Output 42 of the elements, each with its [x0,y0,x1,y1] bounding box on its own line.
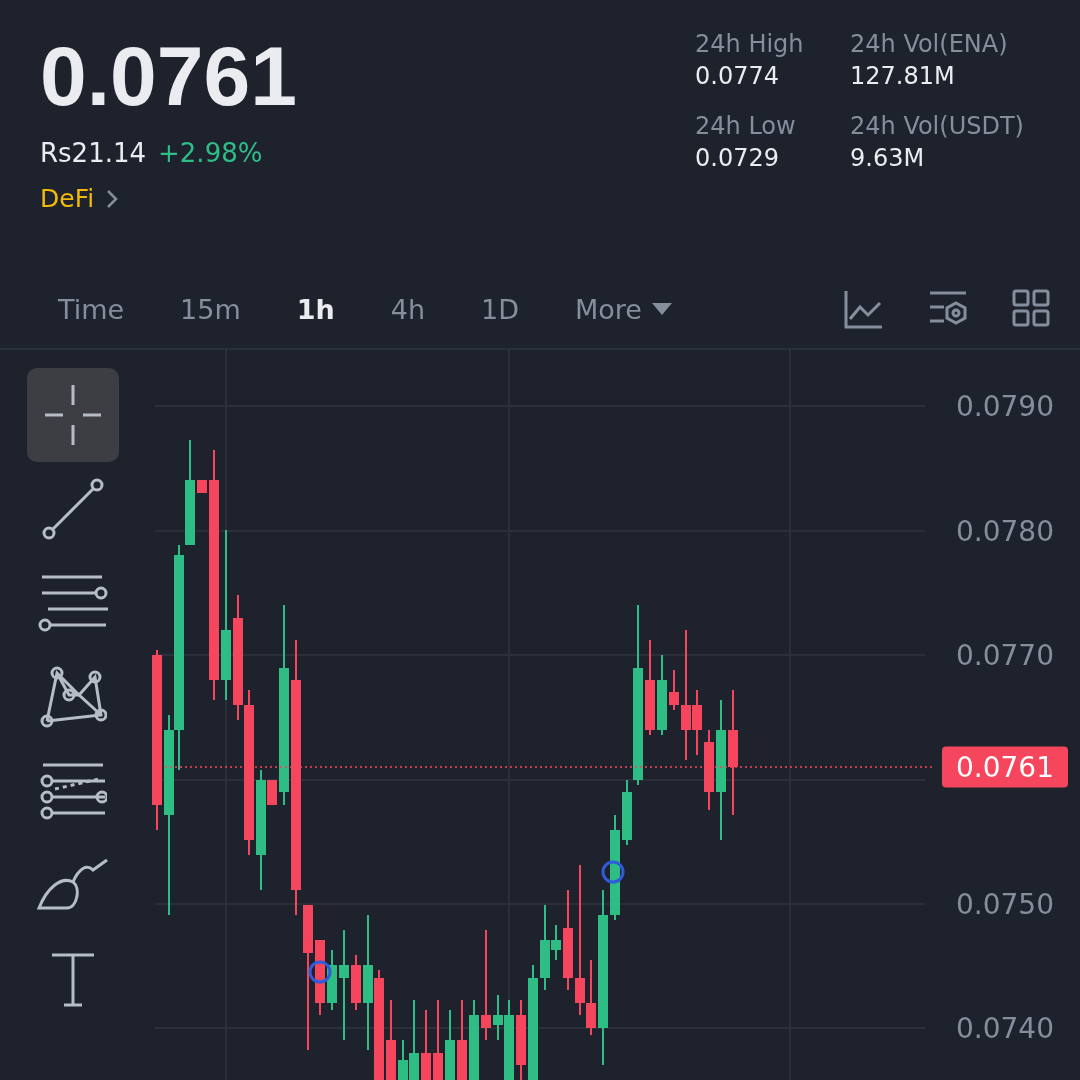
candlestick [351,954,361,1011]
stat-value: 9.63M [850,144,926,172]
candlestick [421,1009,431,1080]
signal-marker [308,960,332,984]
price-axis-label: 0.0740 [956,1011,1054,1045]
price-axis-label: 0.0790 [956,389,1054,423]
interval-tab[interactable]: More [547,293,700,325]
pattern-icon [38,665,107,729]
candlestick [445,1009,455,1080]
price-axis-label: 0.0780 [956,514,1054,548]
last-price: 0.0761 [40,30,297,123]
stat-label: 24h Vol(USDT) [850,112,1025,140]
fiat-price: Rs21.14 [40,138,147,169]
caret-icon [651,303,672,315]
stat-value: 0.0774 [695,62,780,90]
stat-value: 127.81M [850,62,956,90]
crosshair-icon [44,383,101,447]
candlestick [669,669,679,711]
interval-tab[interactable]: 1D [453,293,548,325]
price-axis-label: 0.0750 [956,887,1054,921]
candlestick [327,949,337,1011]
price-axis-label: 0.0770 [956,638,1054,672]
interval-tab[interactable]: 15m [152,293,269,325]
interval-tab[interactable]: 4h [362,293,454,325]
interval-tab[interactable]: 1h [268,293,363,325]
drawing-tool-button[interactable] [26,368,119,462]
candlestick [197,479,207,494]
interval-tab[interactable]: Time [30,293,153,325]
grid-icon[interactable] [1012,289,1050,327]
chevron-icon [106,188,119,209]
stat-value: 0.0729 [695,144,780,172]
stat-label: 24h Low [695,112,797,140]
signal-marker [601,860,625,884]
text-icon [49,951,96,1007]
price-change: +2.98% [158,138,263,169]
category-tag[interactable]: DeFi [40,184,95,214]
trendline-icon [40,477,105,541]
stat-label: 24h Vol(ENA) [850,30,1009,58]
current-price-tag: 0.0761 [942,746,1068,788]
stat-label: 24h High [695,30,805,58]
line-chart-icon[interactable] [844,289,884,329]
brush-icon [36,858,109,912]
